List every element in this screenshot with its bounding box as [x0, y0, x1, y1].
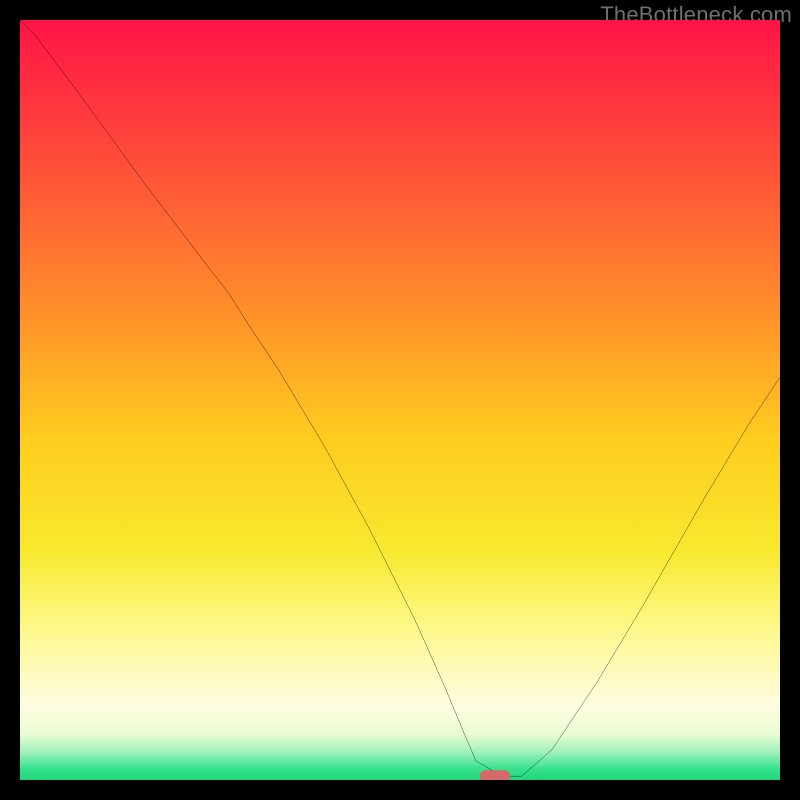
chart-frame: TheBottleneck.com	[0, 0, 800, 800]
plot-background	[20, 20, 780, 780]
bottleneck-chart	[20, 20, 780, 780]
optimal-marker	[480, 770, 510, 780]
